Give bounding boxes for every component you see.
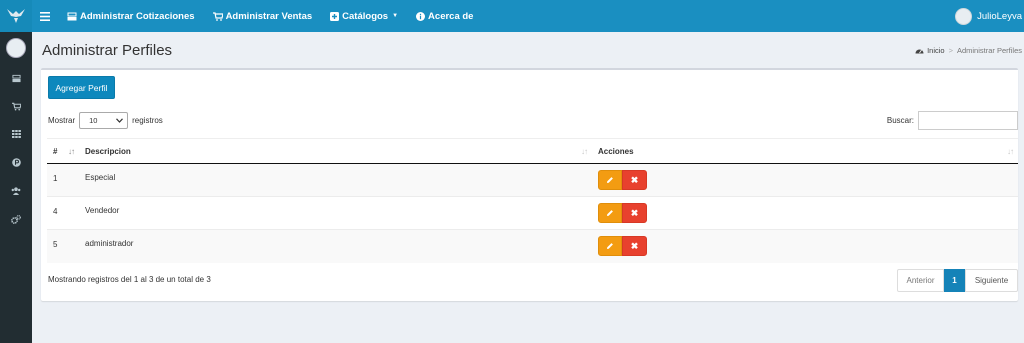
close-icon: ✖	[630, 207, 639, 218]
grid-icon	[11, 130, 21, 138]
info-circle-icon	[416, 11, 426, 21]
chevron-down-icon	[116, 118, 124, 123]
row-description: administrador	[79, 229, 592, 263]
dashboard-icon	[915, 49, 924, 54]
search-input[interactable]	[918, 111, 1018, 130]
logo[interactable]	[0, 0, 32, 32]
nav-acerca-de[interactable]: Acerca de	[416, 11, 473, 22]
page-length-value: 10	[89, 116, 98, 125]
sidebar-toggle[interactable]	[40, 11, 50, 21]
bird-logo-icon	[7, 9, 25, 23]
gears-icon	[11, 214, 21, 224]
length-suffix: registros	[132, 116, 163, 125]
column-header-acciones[interactable]: Acciones ↓↑	[592, 138, 1018, 164]
breadcrumb: Inicio > Administrar Perfiles	[915, 46, 1022, 55]
user-name: JulioLeyva	[977, 10, 1022, 22]
delete-button[interactable]: ✖	[622, 170, 647, 190]
nav-administrar-ventas[interactable]: Administrar Ventas	[212, 10, 313, 22]
content-header: Administrar Perfiles Inicio > Administra…	[32, 32, 1024, 68]
pagination: Anterior 1 Siguiente	[897, 269, 1018, 292]
caret-down-icon: ▼	[392, 13, 399, 19]
row-actions: ✖	[592, 229, 1018, 263]
table-row: 1 Especial ✖	[47, 163, 1018, 197]
nav-label: Administrar Cotizaciones	[80, 10, 195, 22]
profiles-box: Agregar Perfil Mostrar 10 registros Busc…	[41, 68, 1018, 301]
user-menu[interactable]: JulioLeyva	[955, 0, 1024, 32]
sidebar-item-ventas[interactable]	[9, 100, 23, 112]
delete-button[interactable]: ✖	[622, 236, 647, 257]
table-info: Mostrando registros del 1 al 3 de un tot…	[48, 275, 211, 284]
search-control: Buscar:	[887, 111, 1018, 130]
cashregister-icon	[11, 74, 21, 82]
hamburger-icon	[40, 11, 50, 21]
breadcrumb-current: Administrar Perfiles	[956, 46, 1022, 55]
sort-icon: ↓↑	[581, 147, 588, 156]
row-description: Vendedor	[79, 196, 592, 230]
nav-label: Administrar Ventas	[225, 10, 313, 22]
page-length-select[interactable]: 10	[79, 112, 129, 129]
nav-administrar-cotizaciones[interactable]: Administrar Cotizaciones	[67, 11, 195, 22]
nav-label: Acerca de	[428, 10, 474, 22]
sidebar-item-cotizaciones[interactable]	[9, 72, 23, 84]
pagination-previous-button[interactable]: Anterior	[897, 269, 944, 292]
delete-button[interactable]: ✖	[622, 203, 647, 223]
plus-square-icon	[330, 11, 340, 21]
page-title: Administrar Perfiles	[42, 42, 173, 59]
row-id: 4	[47, 196, 79, 230]
cashregister-icon	[67, 12, 77, 21]
column-header-id[interactable]: # ↓↑	[47, 138, 79, 164]
avatar	[955, 7, 973, 25]
sidebar-item-usuarios[interactable]	[9, 185, 23, 197]
row-id: 1	[47, 163, 79, 197]
pagination-next-button[interactable]: Siguiente	[965, 269, 1018, 292]
row-description: Especial	[79, 163, 592, 197]
table-row: 4 Vendedor ✖	[47, 196, 1018, 230]
sidebar-item-productos[interactable]	[9, 156, 23, 168]
pencil-icon	[607, 210, 613, 216]
nav-catalogos-dropdown[interactable]: Catálogos ▼	[330, 11, 398, 22]
pencil-icon	[607, 177, 613, 183]
close-icon: ✖	[630, 174, 639, 185]
cart-icon	[212, 11, 223, 21]
row-actions: ✖	[592, 163, 1018, 197]
pencil-icon	[607, 243, 613, 250]
users-icon	[11, 187, 21, 195]
sidebar	[0, 32, 32, 343]
sidebar-item-catalogos[interactable]	[9, 128, 23, 140]
row-id: 5	[47, 229, 79, 263]
edit-button[interactable]	[598, 236, 622, 257]
top-navbar: Administrar Cotizaciones Administrar Ven…	[0, 0, 1024, 32]
breadcrumb-home-link[interactable]: Inicio	[927, 46, 945, 55]
sidebar-item-configuracion[interactable]	[9, 213, 23, 225]
search-label: Buscar:	[886, 116, 914, 125]
add-profile-button[interactable]: Agregar Perfil	[48, 76, 115, 99]
table-row: 5 administrador ✖	[47, 229, 1018, 263]
column-header-descripcion[interactable]: Descripcion ↓↑	[79, 138, 592, 164]
pagination-page-button[interactable]: 1	[944, 269, 965, 292]
cart-icon	[11, 102, 21, 110]
sort-icon: ↓↑	[1007, 147, 1014, 156]
nav-label: Catálogos	[342, 10, 389, 22]
profiles-table: # ↓↑ Descripcion ↓↑ Acciones ↓↑ 1 Especi…	[47, 138, 1018, 263]
sidebar-avatar	[6, 38, 26, 58]
page-length-control: Mostrar 10 registros	[48, 112, 163, 129]
close-icon: ✖	[630, 240, 639, 251]
breadcrumb-separator: >	[948, 46, 953, 55]
product-icon	[11, 157, 21, 167]
length-prefix: Mostrar	[48, 116, 76, 125]
edit-button[interactable]	[598, 203, 622, 223]
sort-asc-icon: ↓↑	[68, 147, 75, 156]
edit-button[interactable]	[598, 170, 622, 190]
row-actions: ✖	[592, 196, 1018, 230]
